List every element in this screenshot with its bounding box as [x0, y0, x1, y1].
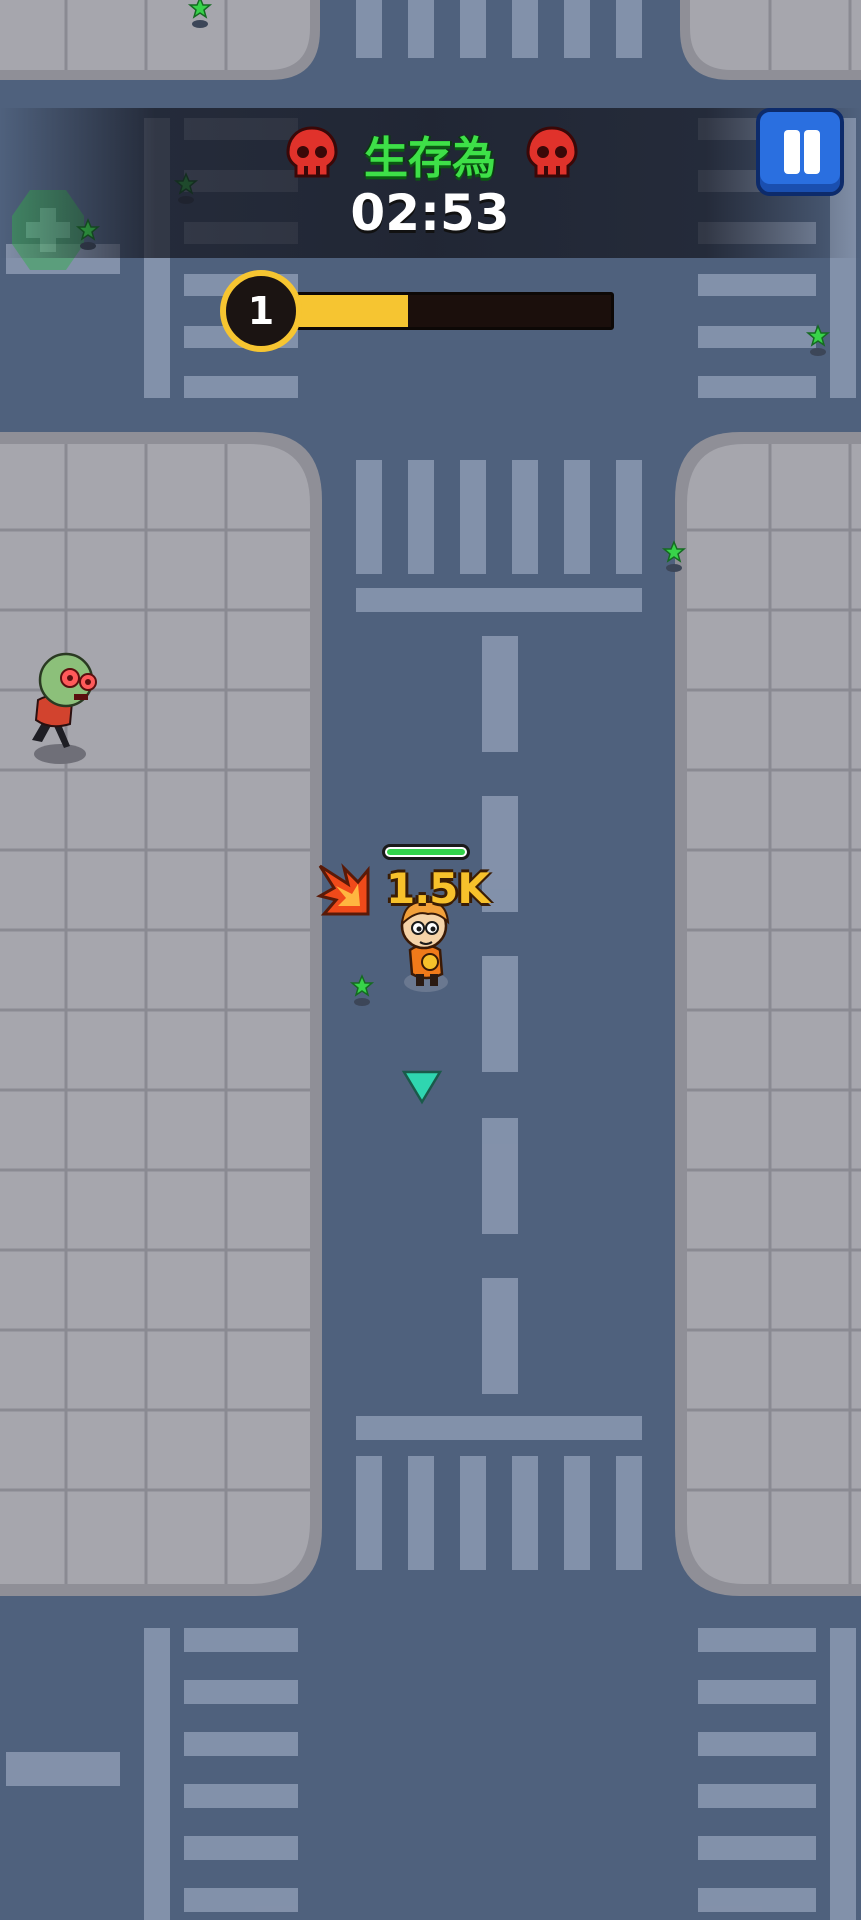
mode-title: 生存為 — [364, 133, 496, 184]
game-map — [0, 0, 861, 1920]
damage-number: 1.5K — [386, 864, 490, 913]
xp-progress-bar — [296, 292, 614, 330]
survival-timer: 02:53 — [350, 184, 510, 242]
pause-button[interactable] — [756, 108, 844, 196]
player-health-fill — [387, 849, 465, 855]
skull-icon — [526, 126, 578, 178]
sidewalk-mid-right — [675, 432, 861, 1596]
sidewalk-mid-left — [0, 432, 322, 1596]
level-badge: 1 — [220, 270, 302, 352]
player-health-bar — [382, 844, 470, 860]
xp-progress-fill — [299, 295, 409, 327]
sidewalk-top-left — [0, 0, 320, 80]
